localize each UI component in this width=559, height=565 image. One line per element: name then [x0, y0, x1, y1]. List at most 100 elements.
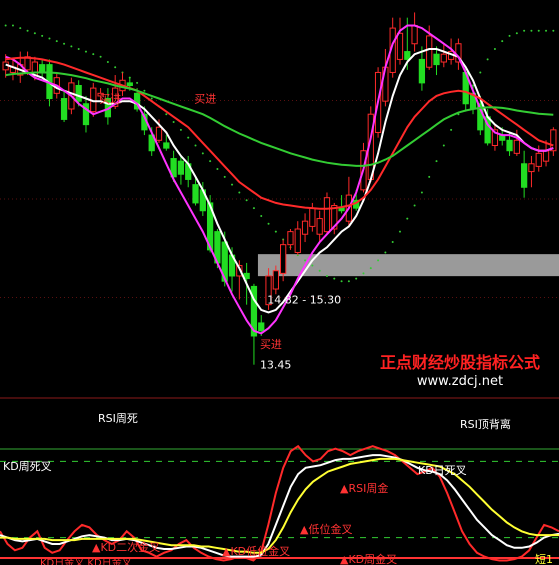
sar-dot	[362, 272, 365, 275]
indicator-chip-label: KD日金叉 KD日金叉	[40, 556, 132, 565]
sar-dot	[231, 183, 234, 186]
candle-body	[513, 139, 520, 154]
candle-body	[323, 197, 331, 233]
candle-body	[550, 129, 557, 152]
candle-body	[535, 152, 542, 167]
sar-dot	[479, 71, 482, 74]
sar-dot	[493, 47, 496, 50]
indicator-label: ▲RSI周金	[340, 481, 388, 495]
sar-dot	[450, 128, 453, 131]
sar-dot	[523, 29, 526, 32]
sar-dot	[435, 160, 438, 163]
sar-dot	[537, 29, 540, 32]
sar-dot	[63, 42, 66, 45]
indicator-label: ▲低位金叉	[300, 522, 352, 536]
sar-dot	[172, 121, 175, 124]
sar-dot	[398, 230, 401, 233]
sar-dot	[442, 144, 445, 147]
sar-dot	[347, 280, 350, 283]
sar-dot	[333, 277, 336, 280]
indicator-label: KD周死叉	[3, 460, 52, 473]
candle-body	[433, 53, 440, 66]
sar-dot	[33, 32, 36, 35]
sar-dot	[486, 58, 489, 61]
sar-dot	[106, 61, 109, 64]
candle	[323, 192, 331, 235]
watermark-title: 正点财经炒股指标公式	[380, 353, 540, 372]
candle-body	[155, 126, 163, 141]
sar-dot	[26, 29, 29, 32]
price-annotation: 14.82 - 15.30	[267, 293, 341, 306]
candle-body	[528, 163, 535, 173]
sar-dot	[413, 204, 416, 207]
candle-body	[418, 58, 426, 84]
indicator-label: RSI周死	[98, 412, 138, 425]
candle-body	[521, 163, 528, 188]
candle-body	[192, 184, 199, 204]
candle-body	[75, 84, 82, 102]
sar-dot	[501, 40, 504, 43]
sar-dot	[194, 144, 197, 147]
indicator-label: KD日死叉	[418, 464, 467, 477]
candle-body	[309, 207, 316, 227]
sar-dot	[369, 267, 372, 270]
sar-dot	[4, 24, 7, 27]
indicator-label: RSI顶背离	[460, 417, 511, 431]
price-annotation: 13.45	[260, 359, 292, 372]
candle-body	[287, 231, 294, 246]
candle-body	[506, 139, 513, 152]
watermark-url: www.zdcj.net	[417, 374, 503, 389]
candle-body	[338, 207, 345, 212]
sar-dot	[384, 251, 387, 254]
sar-dot	[136, 81, 139, 84]
sar-dot	[114, 66, 117, 69]
sar-dot	[274, 230, 277, 233]
sar-dot	[552, 29, 555, 32]
candle-body	[301, 220, 309, 235]
sar-dot	[165, 113, 168, 116]
sar-dot	[428, 175, 431, 178]
sar-dot	[201, 152, 204, 155]
candle-body	[272, 270, 279, 290]
sar-dot	[238, 191, 241, 194]
candle-body	[316, 218, 323, 235]
candle-body	[426, 35, 433, 68]
sar-dot	[84, 50, 87, 53]
sar-dot	[545, 29, 548, 32]
sar-dot	[311, 264, 314, 267]
candle-body	[39, 64, 46, 73]
candle-body	[280, 244, 287, 274]
sar-dot	[179, 128, 182, 131]
sar-dot	[70, 45, 73, 48]
sar-dot	[267, 222, 270, 225]
sar-dot	[77, 47, 80, 50]
sar-dot	[304, 259, 307, 262]
sar-dot	[99, 55, 102, 58]
sar-dot	[209, 160, 212, 163]
sar-dot	[406, 217, 409, 220]
candle-body	[60, 98, 68, 120]
sar-dot	[508, 34, 511, 37]
sar-dot	[19, 27, 22, 30]
candle-body	[294, 228, 301, 253]
sar-dot	[252, 207, 255, 210]
candle-body	[258, 322, 265, 332]
candle-body	[404, 51, 411, 60]
price-annotation: 买进	[99, 93, 121, 106]
sar-dot	[92, 53, 95, 56]
sar-dot	[11, 24, 14, 27]
sar-dot	[325, 274, 328, 277]
sar-dot	[216, 167, 219, 170]
indicator-label: ▲KD低位金叉	[222, 544, 290, 558]
candle-body	[163, 142, 170, 149]
sar-dot	[515, 32, 518, 35]
indicator-label: 短1	[535, 552, 553, 565]
sar-dot	[187, 136, 190, 139]
candle-body	[396, 32, 404, 60]
indicator-label: ▲KD周金叉	[340, 552, 397, 565]
sar-dot	[143, 89, 146, 92]
indicator-label: ▲KD二次金叉	[92, 540, 160, 554]
candle-body	[126, 82, 133, 86]
sar-dot	[420, 191, 423, 194]
sar-dot	[391, 241, 394, 244]
